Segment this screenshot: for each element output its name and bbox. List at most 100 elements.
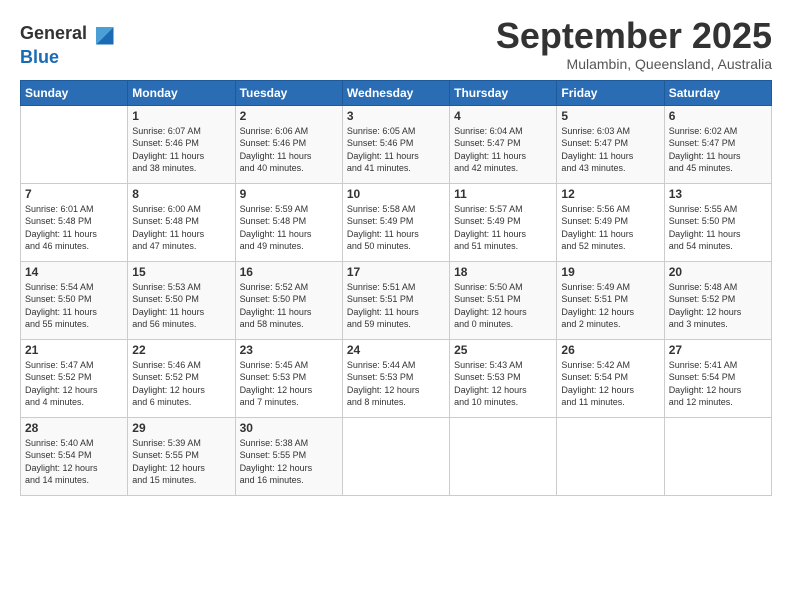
day-cell — [21, 105, 128, 183]
day-cell: 25Sunrise: 5:43 AM Sunset: 5:53 PM Dayli… — [450, 339, 557, 417]
day-cell: 7 Sunrise: 6:01 AM Sunset: 5:48 PM Daylig… — [21, 183, 128, 261]
day-number: 29 — [132, 421, 230, 435]
day-number: 30 — [240, 421, 338, 435]
day-number: 18 — [454, 265, 552, 279]
col-sunday: Sunday — [21, 80, 128, 105]
day-cell: 1Sunrise: 6:07 AM Sunset: 5:46 PM Daylig… — [128, 105, 235, 183]
day-cell: 19 Sunrise: 5:49 AM Sunset: 5:51 PM Dayli… — [557, 261, 664, 339]
day-cell: 3Sunrise: 6:05 AM Sunset: 5:46 PM Daylig… — [342, 105, 449, 183]
day-info: Sunrise: 5:44 AM Sunset: 5:53 PM Dayligh… — [347, 359, 445, 409]
day-info: Sunrise: 5:55 AM Sunset: 5:50 PM Dayligh… — [669, 203, 767, 253]
day-info: Sunrise: 5:47 AM Sunset: 5:52 PM Dayligh… — [25, 359, 123, 409]
day-info: Sunrise: 5:39 AM Sunset: 5:55 PM Dayligh… — [132, 437, 230, 487]
day-info: Sunrise: 5:41 AM Sunset: 5:54 PM Dayligh… — [669, 359, 767, 409]
day-number: 3 — [347, 109, 445, 123]
day-info: Sunrise: 5:54 AM Sunset: 5:50 PM Dayligh… — [25, 281, 123, 331]
col-friday: Friday — [557, 80, 664, 105]
day-info: Sunrise: 5:49 AM Sunset: 5:51 PM Dayligh… — [561, 281, 659, 331]
day-info: Sunrise: 5:58 AM Sunset: 5:49 PM Dayligh… — [347, 203, 445, 253]
week-row-1: 1Sunrise: 6:07 AM Sunset: 5:46 PM Daylig… — [21, 105, 772, 183]
day-number: 5 — [561, 109, 659, 123]
logo-general: General — [20, 23, 87, 43]
day-info: Sunrise: 6:01 AM Sunset: 5:48 PM Dayligh… — [25, 203, 123, 253]
day-number: 6 — [669, 109, 767, 123]
day-number: 9 — [240, 187, 338, 201]
day-info: Sunrise: 6:03 AM Sunset: 5:47 PM Dayligh… — [561, 125, 659, 175]
day-cell: 28 Sunrise: 5:40 AM Sunset: 5:54 PM Dayli… — [21, 417, 128, 495]
day-number: 19 — [561, 265, 659, 279]
day-cell: 18 Sunrise: 5:50 AM Sunset: 5:51 PM Dayli… — [450, 261, 557, 339]
day-cell: 16Sunrise: 5:52 AM Sunset: 5:50 PM Dayli… — [235, 261, 342, 339]
calendar-table: Sunday Monday Tuesday Wednesday Thursday… — [20, 80, 772, 496]
header-row: Sunday Monday Tuesday Wednesday Thursday… — [21, 80, 772, 105]
day-cell: 15Sunrise: 5:53 AM Sunset: 5:50 PM Dayli… — [128, 261, 235, 339]
day-info: Sunrise: 5:42 AM Sunset: 5:54 PM Dayligh… — [561, 359, 659, 409]
month-title: September 2025 — [496, 16, 772, 56]
title-block: September 2025 Mulambin, Queensland, Aus… — [496, 16, 772, 72]
logo-text-line2: Blue — [20, 48, 117, 68]
day-info: Sunrise: 6:04 AM Sunset: 5:47 PM Dayligh… — [454, 125, 552, 175]
day-info: Sunrise: 6:06 AM Sunset: 5:46 PM Dayligh… — [240, 125, 338, 175]
day-cell: 11 Sunrise: 5:57 AM Sunset: 5:49 PM Dayli… — [450, 183, 557, 261]
day-number: 11 — [454, 187, 552, 201]
page-container: General Blue September 2025 Mulambin, Qu… — [0, 0, 792, 506]
day-info: Sunrise: 5:40 AM Sunset: 5:54 PM Dayligh… — [25, 437, 123, 487]
day-number: 20 — [669, 265, 767, 279]
day-number: 22 — [132, 343, 230, 357]
day-cell — [557, 417, 664, 495]
week-row-4: 21Sunrise: 5:47 AM Sunset: 5:52 PM Dayli… — [21, 339, 772, 417]
day-number: 2 — [240, 109, 338, 123]
logo-text-line1: General — [20, 24, 87, 44]
day-info: Sunrise: 5:51 AM Sunset: 5:51 PM Dayligh… — [347, 281, 445, 331]
day-number: 4 — [454, 109, 552, 123]
col-saturday: Saturday — [664, 80, 771, 105]
logo: General Blue — [20, 20, 117, 68]
day-cell: 10Sunrise: 5:58 AM Sunset: 5:49 PM Dayli… — [342, 183, 449, 261]
day-info: Sunrise: 5:50 AM Sunset: 5:51 PM Dayligh… — [454, 281, 552, 331]
day-cell: 29 Sunrise: 5:39 AM Sunset: 5:55 PM Dayli… — [128, 417, 235, 495]
subtitle: Mulambin, Queensland, Australia — [496, 56, 772, 72]
day-number: 25 — [454, 343, 552, 357]
col-tuesday: Tuesday — [235, 80, 342, 105]
day-cell: 23Sunrise: 5:45 AM Sunset: 5:53 PM Dayli… — [235, 339, 342, 417]
day-number: 27 — [669, 343, 767, 357]
day-info: Sunrise: 5:52 AM Sunset: 5:50 PM Dayligh… — [240, 281, 338, 331]
day-number: 26 — [561, 343, 659, 357]
day-info: Sunrise: 5:45 AM Sunset: 5:53 PM Dayligh… — [240, 359, 338, 409]
day-number: 1 — [132, 109, 230, 123]
day-cell: 9Sunrise: 5:59 AM Sunset: 5:48 PM Daylig… — [235, 183, 342, 261]
day-info: Sunrise: 5:57 AM Sunset: 5:49 PM Dayligh… — [454, 203, 552, 253]
day-number: 7 — [25, 187, 123, 201]
day-number: 24 — [347, 343, 445, 357]
day-info: Sunrise: 6:00 AM Sunset: 5:48 PM Dayligh… — [132, 203, 230, 253]
day-info: Sunrise: 6:02 AM Sunset: 5:47 PM Dayligh… — [669, 125, 767, 175]
day-cell: 4 Sunrise: 6:04 AM Sunset: 5:47 PM Daylig… — [450, 105, 557, 183]
day-info: Sunrise: 5:56 AM Sunset: 5:49 PM Dayligh… — [561, 203, 659, 253]
day-info: Sunrise: 5:53 AM Sunset: 5:50 PM Dayligh… — [132, 281, 230, 331]
day-cell: 17 Sunrise: 5:51 AM Sunset: 5:51 PM Dayli… — [342, 261, 449, 339]
day-cell: 21Sunrise: 5:47 AM Sunset: 5:52 PM Dayli… — [21, 339, 128, 417]
day-number: 12 — [561, 187, 659, 201]
col-thursday: Thursday — [450, 80, 557, 105]
day-number: 8 — [132, 187, 230, 201]
day-info: Sunrise: 5:38 AM Sunset: 5:55 PM Dayligh… — [240, 437, 338, 487]
day-cell: 5 Sunrise: 6:03 AM Sunset: 5:47 PM Daylig… — [557, 105, 664, 183]
day-cell — [664, 417, 771, 495]
week-row-5: 28 Sunrise: 5:40 AM Sunset: 5:54 PM Dayli… — [21, 417, 772, 495]
day-number: 14 — [25, 265, 123, 279]
day-cell: 27 Sunrise: 5:41 AM Sunset: 5:54 PM Dayli… — [664, 339, 771, 417]
header: General Blue September 2025 Mulambin, Qu… — [20, 16, 772, 72]
day-number: 28 — [25, 421, 123, 435]
day-cell: 12 Sunrise: 5:56 AM Sunset: 5:49 PM Dayli… — [557, 183, 664, 261]
day-cell: 24 Sunrise: 5:44 AM Sunset: 5:53 PM Dayli… — [342, 339, 449, 417]
day-cell: 20Sunrise: 5:48 AM Sunset: 5:52 PM Dayli… — [664, 261, 771, 339]
day-cell: 8 Sunrise: 6:00 AM Sunset: 5:48 PM Daylig… — [128, 183, 235, 261]
day-cell: 2 Sunrise: 6:06 AM Sunset: 5:46 PM Daylig… — [235, 105, 342, 183]
day-number: 13 — [669, 187, 767, 201]
day-cell — [450, 417, 557, 495]
day-cell — [342, 417, 449, 495]
logo-icon — [89, 20, 117, 48]
week-row-2: 7 Sunrise: 6:01 AM Sunset: 5:48 PM Daylig… — [21, 183, 772, 261]
col-monday: Monday — [128, 80, 235, 105]
day-number: 17 — [347, 265, 445, 279]
